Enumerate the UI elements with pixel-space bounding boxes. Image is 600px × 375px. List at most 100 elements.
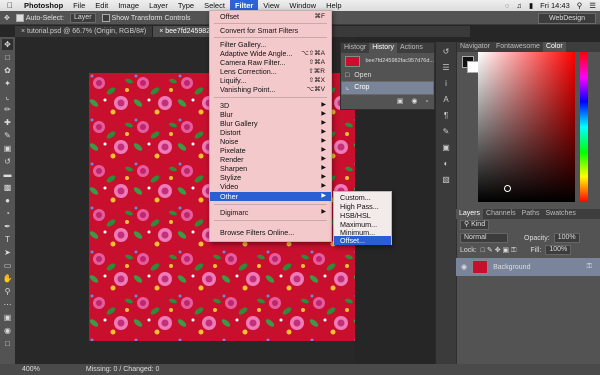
menu-item-convert-smart[interactable]: Convert for Smart Filters [210,26,331,35]
paragraph-panel-icon[interactable]: ¶ [440,110,452,122]
fill-input[interactable]: 100% [545,245,572,255]
tab-navigator[interactable]: Navigator [457,42,493,52]
tab-fontawesome[interactable]: Fontawesome [493,42,543,52]
transform-controls-toggle[interactable]: Show Transform Controls [101,13,191,22]
battery-icon[interactable]: ▮ [529,0,533,11]
menu-item-stylize[interactable]: Stylize ▶ [210,173,331,182]
shape-tool-icon[interactable]: ▭ [2,260,13,271]
history-brush-tool-icon[interactable]: ↺ [2,156,13,167]
tab-color[interactable]: Color [542,42,566,52]
menu-item-noise[interactable]: Noise ▶ [210,137,331,146]
brush-panel-icon[interactable]: ✎ [440,126,452,138]
menu-item-blur[interactable]: Blur ▶ [210,110,331,119]
tab-actions[interactable]: Actions [397,43,426,53]
tab-swatches[interactable]: Swatches [543,209,579,219]
info-panel-icon[interactable]: i [440,78,452,90]
submenu-item-hsb-hsl[interactable]: HSB/HSL [334,211,391,220]
history-snapshot[interactable]: bee7fd245982fac957d76d... [341,53,434,69]
pen-tool-icon[interactable]: ✒ [2,221,13,232]
menu-item-sharpen[interactable]: Sharpen ▶ [210,164,331,173]
menu-layer[interactable]: Layer [144,0,173,11]
visibility-eye-icon[interactable]: ◉ [461,263,467,271]
color-picker-field[interactable] [478,52,575,202]
menu-item-lens-correction[interactable]: Lens Correction... ⇧⌘R [210,67,331,76]
quick-mask-icon[interactable]: ◉ [2,325,13,336]
camera-icon[interactable]: ◉ [411,97,417,105]
styles-panel-icon[interactable]: ▣ [440,142,452,154]
blur-tool-icon[interactable]: ● [2,195,13,206]
auto-select-target[interactable]: Layer [70,12,96,23]
submenu-item-offset[interactable]: Offset... [334,236,391,245]
auto-select-checkbox[interactable] [15,13,24,22]
tab-tutorial[interactable]: × tutorial.psd @ 66.7% (Origin, RGB/8#) [15,26,154,37]
marquee-tool-icon[interactable]: □ [2,52,13,63]
volume-icon[interactable]: ♫ [516,0,522,11]
wifi-icon[interactable]: ◌ [505,0,509,11]
menu-item-adaptive-wide[interactable]: Adaptive Wide Angle... ⌥⇧⌘A [210,49,331,58]
lock-icons[interactable]: □ ✎ ✥ ▣ ⚿ [481,246,517,255]
menu-item-render[interactable]: Render ▶ [210,155,331,164]
menu-item-video[interactable]: Video ▶ [210,182,331,191]
submenu-item-custom[interactable]: Custom... [334,193,391,202]
menu-file[interactable]: File [68,0,90,11]
eraser-tool-icon[interactable]: ▬ [2,169,13,180]
tab-channels[interactable]: Channels [483,209,519,219]
dodge-tool-icon[interactable]: ◔ [2,208,13,219]
eyedropper-tool-icon[interactable]: ✏ [2,104,13,115]
history-panel-icon[interactable]: ↺ [440,46,452,58]
brush-tool-icon[interactable]: ✎ [2,130,13,141]
layer-name[interactable]: Background [493,264,530,271]
quick-select-tool-icon[interactable]: ✦ [2,78,13,89]
healing-tool-icon[interactable]: ✚ [2,117,13,128]
menu-item-camera-raw[interactable]: Camera Raw Filter... ⇧⌘A [210,58,331,67]
submenu-item-high-pass[interactable]: High Pass... [334,202,391,211]
menu-type[interactable]: Type [173,0,199,11]
move-tool-icon[interactable]: ✥ [2,39,13,50]
gradient-tool-icon[interactable]: ▩ [2,182,13,193]
properties-panel-icon[interactable]: ☰ [440,62,452,74]
zoom-level[interactable]: 400% [22,366,40,373]
menu-item-vanishing-point[interactable]: Vanishing Point... ⌥⌘V [210,85,331,94]
menu-item-filter-gallery[interactable]: Filter Gallery... [210,40,331,49]
menu-app[interactable]: Photoshop [19,0,68,11]
more-tools-icon[interactable]: ⋯ [2,299,13,310]
apple-icon[interactable]:  [0,0,19,11]
zoom-tool-icon[interactable]: ⚲ [2,286,13,297]
move-tool-icon[interactable]: ✥ [4,14,10,22]
menu-item-other[interactable]: Other ▶ [210,192,331,201]
clock[interactable]: Fri 14:43 [540,0,570,11]
lasso-tool-icon[interactable]: ✿ [2,65,13,76]
libraries-panel-icon[interactable]: ▧ [440,174,452,186]
menu-image[interactable]: Image [113,0,144,11]
history-state-crop[interactable]: ⌞ Crop [341,81,434,95]
menu-item-blur-gallery[interactable]: Blur Gallery ▶ [210,119,331,128]
trash-icon[interactable]: ▫ [426,98,428,105]
tab-paths[interactable]: Paths [519,209,543,219]
menu-item-3d[interactable]: 3D ▶ [210,101,331,110]
path-select-tool-icon[interactable]: ➤ [2,247,13,258]
search-icon[interactable]: ⚲ [577,0,583,11]
layer-row-background[interactable]: ◉ Background ⚿ [456,258,600,276]
menu-item-browse-online[interactable]: Browse Filters Online... [210,228,331,237]
transform-controls-checkbox[interactable] [101,13,110,22]
menu-item-last-filter[interactable]: Offset ⌘F [210,12,331,21]
opacity-input[interactable]: 100% [553,233,580,243]
tab-layers[interactable]: Layers [456,209,484,219]
blend-mode-select[interactable]: Normal [460,233,508,243]
new-document-icon[interactable]: ▣ [397,97,404,105]
character-panel-icon[interactable]: A [440,94,452,106]
kind-filter-select[interactable]: ⚲ Kind [460,220,490,230]
clone-stamp-tool-icon[interactable]: ▣ [2,143,13,154]
menu-item-distort[interactable]: Distort ▶ [210,128,331,137]
hand-tool-icon[interactable]: ✋ [2,273,13,284]
auto-select-toggle[interactable]: Auto-Select: [15,13,64,22]
hue-slider[interactable] [580,52,588,202]
tab-history[interactable]: History [369,43,397,53]
menu-item-liquify[interactable]: Liquify... ⇧⌘X [210,76,331,85]
menu-item-digimarc[interactable]: Digimarc ▶ [210,208,331,217]
menu-list-icon[interactable]: ☰ [589,0,596,11]
adjustments-panel-icon[interactable]: ◐ [440,158,452,170]
screen-mode-icon[interactable]: □ [2,338,13,349]
menu-edit[interactable]: Edit [90,0,113,11]
type-tool-icon[interactable]: T [2,234,13,245]
